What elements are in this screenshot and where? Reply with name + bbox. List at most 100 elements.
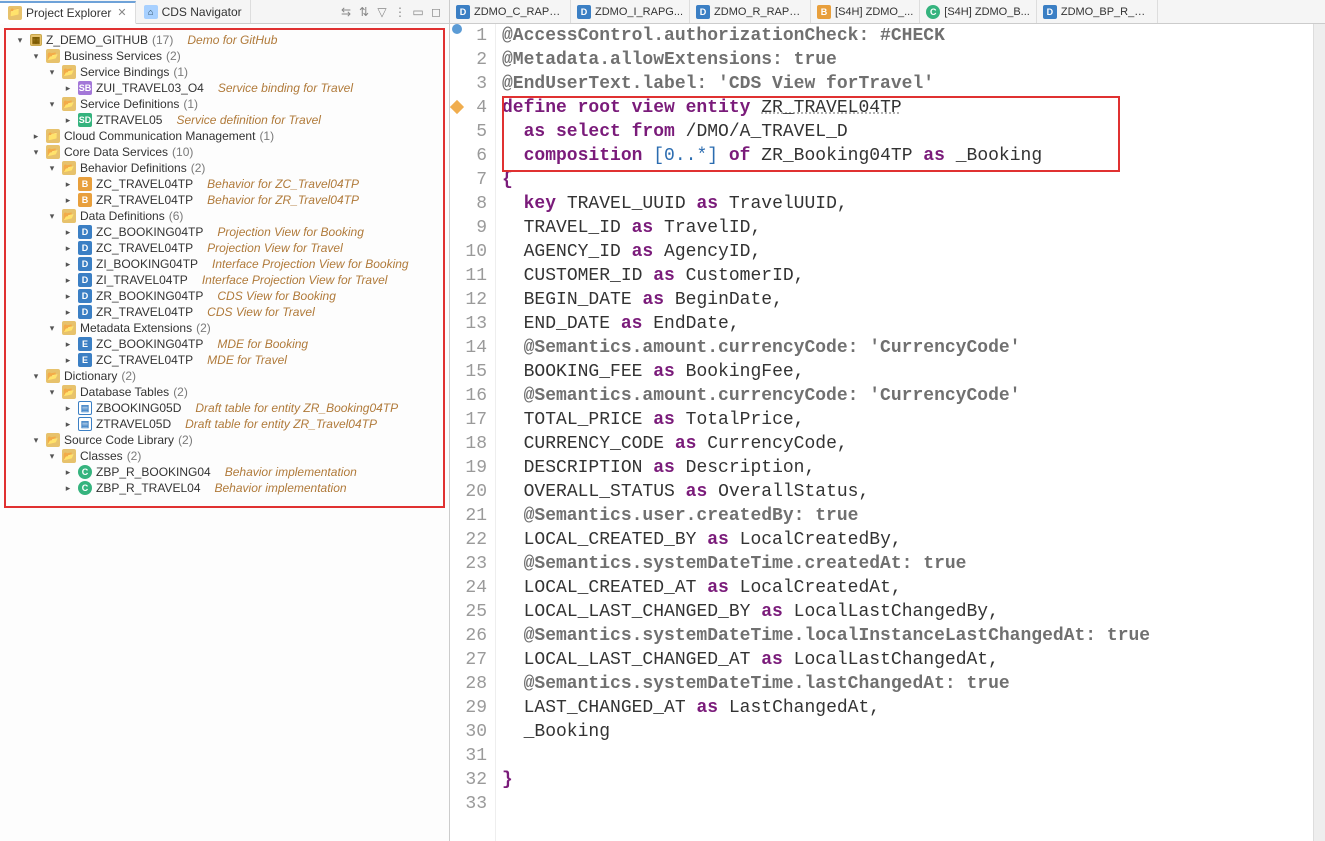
fold-marker-icon[interactable] [452,24,462,34]
link-icon[interactable]: ⇅ [357,5,371,19]
close-icon[interactable]: ✕ [117,6,126,19]
tree-node-behavior-defs[interactable]: ▾ 📂 Behavior Definitions (2) [8,160,441,176]
expand-icon[interactable]: ▸ [62,243,74,254]
meta-ext-icon: E [78,337,92,351]
expand-icon[interactable]: ▾ [46,163,58,174]
tab-cds-navigator[interactable]: ⌂ CDS Navigator [136,0,251,23]
tree-node-business-services[interactable]: ▾ 📂 Business Services (2) [8,48,441,64]
tab-label: ZDMO_R_RAPG... [714,6,804,18]
expand-icon[interactable]: ▾ [46,211,58,222]
maximize-icon[interactable]: ◻ [429,5,443,19]
editor-tab[interactable]: C[S4H] ZDMO_B... [920,0,1037,23]
tree-highlight-box: ▾ ▦ Z_DEMO_GITHUB (17) Demo for GitHub ▾… [4,28,445,508]
filter-icon[interactable]: ▽ [375,5,389,19]
editor-tab[interactable]: DZDMO_BP_R_RA... [1037,0,1158,23]
tree-node-service-bindings[interactable]: ▾ 📂 Service Bindings (1) [8,64,441,80]
folder-icon: 📂 [46,49,60,63]
expand-icon[interactable]: ▾ [14,35,26,46]
node-desc: Interface Projection View for Travel [202,273,388,287]
tree-leaf-dd4[interactable]: ▸DZI_TRAVEL04TPInterface Projection View… [8,272,441,288]
node-count: (1) [183,97,198,111]
tree-node-service-definitions[interactable]: ▾ 📂 Service Definitions (1) [8,96,441,112]
tree-leaf-tbl2[interactable]: ▸▤ZTRAVEL05DDraft table for entity ZR_Tr… [8,416,441,432]
expand-icon[interactable]: ▾ [46,451,58,462]
tree-node-cloud-comm[interactable]: ▸ 📁 Cloud Communication Management (1) [8,128,441,144]
code-token: TOTAL_PRICE [524,410,643,430]
expand-icon[interactable]: ▸ [30,131,42,142]
tree-leaf-dd2[interactable]: ▸DZC_TRAVEL04TPProjection View for Trave… [8,240,441,256]
node-desc: CDS View for Travel [207,305,315,319]
expand-icon[interactable]: ▾ [30,435,42,446]
editor-tab[interactable]: B[S4H] ZDMO_... [811,0,920,23]
code-token: ZR_TRAVEL04TP [761,98,901,118]
expand-icon[interactable]: ▸ [62,403,74,414]
expand-icon[interactable]: ▾ [46,323,58,334]
tree-leaf-dd1[interactable]: ▸DZC_BOOKING04TPProjection View for Book… [8,224,441,240]
editor-tab[interactable]: DZDMO_I_RAPG... [571,0,690,23]
tree-leaf-sb[interactable]: ▸ SB ZUI_TRAVEL03_O4 Service binding for… [8,80,441,96]
class-icon: C [926,5,940,19]
expand-icon[interactable]: ▸ [62,115,74,126]
tree-node-db-tables[interactable]: ▾ 📂 Database Tables (2) [8,384,441,400]
tree-leaf-dd6[interactable]: ▸DZR_TRAVEL04TPCDS View for Travel [8,304,441,320]
expand-icon[interactable]: ▸ [62,179,74,190]
code-token [502,578,524,598]
editor-tabs: DZDMO_C_RAPG... DZDMO_I_RAPG... DZDMO_R_… [450,0,1325,24]
expand-icon[interactable]: ▾ [46,67,58,78]
tree-leaf-cls1[interactable]: ▸CZBP_R_BOOKING04Behavior implementation [8,464,441,480]
expand-icon[interactable]: ▸ [62,467,74,478]
expand-icon[interactable]: ▸ [62,259,74,270]
tree-leaf-bd1[interactable]: ▸ B ZC_TRAVEL04TP Behavior for ZC_Travel… [8,176,441,192]
node-label: Behavior Definitions [80,161,187,175]
expand-icon[interactable]: ▾ [30,371,42,382]
tree-leaf-cls2[interactable]: ▸CZBP_R_TRAVEL04Behavior implementation [8,480,441,496]
tree-node-data-defs[interactable]: ▾ 📂 Data Definitions (6) [8,208,441,224]
code-content[interactable]: @AccessControl.authorizationCheck: #CHEC… [496,24,1150,841]
expand-icon[interactable]: ▾ [30,51,42,62]
tree-node-meta-ext[interactable]: ▾ 📂 Metadata Extensions (2) [8,320,441,336]
code-token [502,218,524,238]
project-tree[interactable]: ▾ ▦ Z_DEMO_GITHUB (17) Demo for GitHub ▾… [0,24,449,841]
warning-marker-icon[interactable] [450,100,464,114]
expand-icon[interactable]: ▸ [62,275,74,286]
node-label: Source Code Library [64,433,174,447]
node-label: ZTRAVEL05 [96,113,162,127]
collapse-icon[interactable]: ⇆ [339,5,353,19]
expand-icon[interactable]: ▸ [62,227,74,238]
tree-node-source-code[interactable]: ▾ 📂 Source Code Library (2) [8,432,441,448]
code-editor[interactable]: 1 23 4 56789 1011121314 1516171819 20212… [450,24,1313,841]
menu-icon[interactable]: ⋮ [393,5,407,19]
tree-leaf-me2[interactable]: ▸EZC_TRAVEL04TPMDE for Travel [8,352,441,368]
expand-icon[interactable]: ▸ [62,339,74,350]
expand-icon[interactable]: ▸ [62,355,74,366]
expand-icon[interactable]: ▾ [30,147,42,158]
expand-icon[interactable]: ▸ [62,195,74,206]
expand-icon[interactable]: ▸ [62,291,74,302]
expand-icon[interactable]: ▸ [62,83,74,94]
node-label: ZC_TRAVEL04TP [96,353,193,367]
tab-label: Project Explorer [26,6,111,20]
expand-icon[interactable]: ▾ [46,387,58,398]
tree-node-core-data-services[interactable]: ▾ 📂 Core Data Services (10) [8,144,441,160]
tree-leaf-dd3[interactable]: ▸DZI_BOOKING04TPInterface Projection Vie… [8,256,441,272]
tree-leaf-sd[interactable]: ▸ SD ZTRAVEL05 Service definition for Tr… [8,112,441,128]
behavior-def-icon: B [817,5,831,19]
tree-node-classes[interactable]: ▾ 📂 Classes (2) [8,448,441,464]
minimize-icon[interactable]: ▭ [411,5,425,19]
expand-icon[interactable]: ▸ [62,483,74,494]
editor-tab[interactable]: DZDMO_C_RAPG... [450,0,571,23]
tree-leaf-tbl1[interactable]: ▸▤ZBOOKING05DDraft table for entity ZR_B… [8,400,441,416]
expand-icon[interactable]: ▸ [62,307,74,318]
nav-icon: ⌂ [144,5,158,19]
tab-project-explorer[interactable]: 📁 Project Explorer ✕ [0,1,136,24]
tree-leaf-bd2[interactable]: ▸ B ZR_TRAVEL04TP Behavior for ZR_Travel… [8,192,441,208]
editor-tab[interactable]: DZDMO_R_RAPG... [690,0,811,23]
node-label: Metadata Extensions [80,321,192,335]
expand-icon[interactable]: ▸ [62,419,74,430]
expand-icon[interactable]: ▾ [46,99,58,110]
tree-leaf-me1[interactable]: ▸EZC_BOOKING04TPMDE for Booking [8,336,441,352]
tree-node-dictionary[interactable]: ▾ 📂 Dictionary (2) [8,368,441,384]
tree-node-root[interactable]: ▾ ▦ Z_DEMO_GITHUB (17) Demo for GitHub [8,32,441,48]
vertical-scrollbar[interactable] [1313,24,1325,841]
tree-leaf-dd5[interactable]: ▸DZR_BOOKING04TPCDS View for Booking [8,288,441,304]
